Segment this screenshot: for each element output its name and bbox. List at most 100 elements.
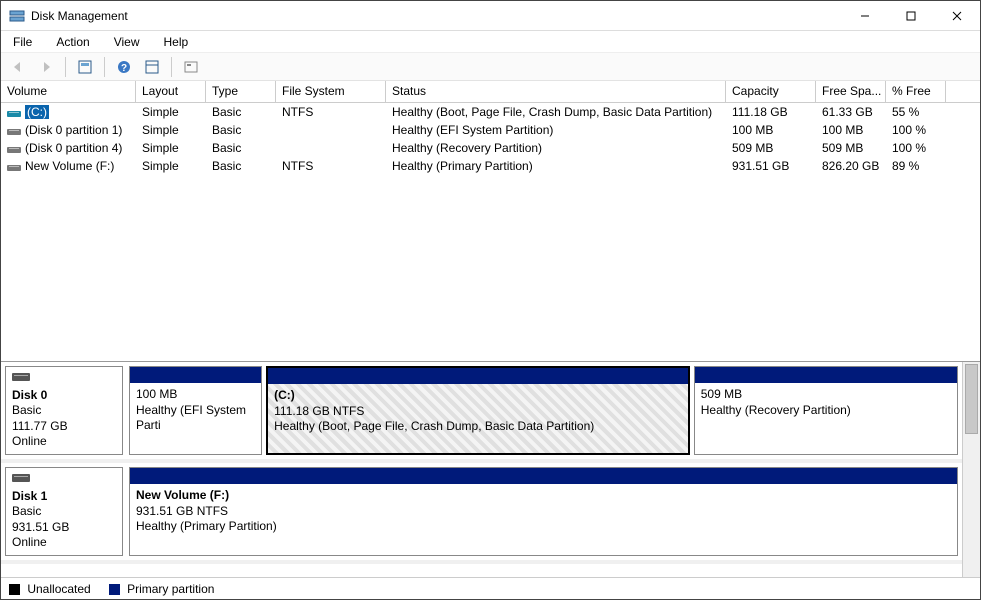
volume-free: 826.20 GB <box>816 159 886 173</box>
volume-status: Healthy (Recovery Partition) <box>386 141 726 155</box>
title-bar: Disk Management <box>1 1 980 31</box>
partition-status: Healthy (Boot, Page File, Crash Dump, Ba… <box>274 419 594 433</box>
volume-fs: NTFS <box>276 159 386 173</box>
volume-status: Healthy (Primary Partition) <box>386 159 726 173</box>
menu-action[interactable]: Action <box>52 33 93 51</box>
partition-size: 111.18 GB NTFS <box>274 404 364 418</box>
partition-status: Healthy (Primary Partition) <box>136 519 277 533</box>
volume-name: (Disk 0 partition 1) <box>25 123 122 137</box>
col-status[interactable]: Status <box>386 81 726 102</box>
disk-state: Online <box>12 535 47 549</box>
partition-size: 509 MB <box>701 387 742 401</box>
partition[interactable]: 509 MB Healthy (Recovery Partition) <box>694 366 958 455</box>
window-title: Disk Management <box>31 9 128 23</box>
settings-button[interactable] <box>141 56 163 78</box>
partition[interactable]: New Volume (F:) 931.51 GB NTFSHealthy (Pr… <box>129 467 958 556</box>
maximize-button[interactable] <box>888 1 934 31</box>
forward-button[interactable] <box>35 56 57 78</box>
volume-layout: Simple <box>136 105 206 119</box>
disk-size: 931.51 GB <box>12 520 69 534</box>
partition-title: New Volume (F:) <box>136 488 229 502</box>
partition-stripe <box>130 468 957 484</box>
partition[interactable]: (C:) 111.18 GB NTFSHealthy (Boot, Page Fi… <box>266 366 690 455</box>
volume-status: Healthy (Boot, Page File, Crash Dump, Ba… <box>386 105 726 119</box>
col-type[interactable]: Type <box>206 81 276 102</box>
app-icon <box>9 8 25 24</box>
partition-title: (C:) <box>274 388 295 402</box>
disk-view: Disk 0Basic111.77 GBOnline 100 MB Healthy … <box>1 362 980 577</box>
partition-status: Healthy (Recovery Partition) <box>701 403 851 417</box>
disk-row: Disk 0Basic111.77 GBOnline 100 MB Healthy … <box>1 362 962 463</box>
volume-status: Healthy (EFI System Partition) <box>386 123 726 137</box>
volume-name: New Volume (F:) <box>25 159 114 173</box>
volume-pct: 100 % <box>886 123 946 137</box>
volume-name: (C:) <box>25 105 49 119</box>
volume-pct: 55 % <box>886 105 946 119</box>
volume-type: Basic <box>206 159 276 173</box>
legend-unallocated: Unallocated <box>9 582 91 596</box>
drive-icon <box>7 108 21 118</box>
volume-pct: 100 % <box>886 141 946 155</box>
scrollbar-thumb[interactable] <box>965 364 978 434</box>
volume-pct: 89 % <box>886 159 946 173</box>
volume-columns: Volume Layout Type File System Status Ca… <box>1 81 980 103</box>
menu-file[interactable]: File <box>9 33 36 51</box>
volume-type: Basic <box>206 141 276 155</box>
volume-row[interactable]: (C:) SimpleBasicNTFSHealthy (Boot, Page F… <box>1 103 980 121</box>
properties-button[interactable] <box>180 56 202 78</box>
disk-state: Online <box>12 434 47 448</box>
partition-size: 931.51 GB NTFS <box>136 504 228 518</box>
refresh-button[interactable] <box>74 56 96 78</box>
volume-free: 61.33 GB <box>816 105 886 119</box>
volume-free: 509 MB <box>816 141 886 155</box>
disk-name: Disk 0 <box>12 388 47 402</box>
volume-capacity: 100 MB <box>726 123 816 137</box>
drive-icon <box>7 162 21 172</box>
volume-capacity: 509 MB <box>726 141 816 155</box>
partition-stripe <box>695 367 957 383</box>
partition[interactable]: 100 MB Healthy (EFI System Parti <box>129 366 262 455</box>
volume-row[interactable]: (Disk 0 partition 1) SimpleBasic Healthy (… <box>1 121 980 139</box>
disk-label[interactable]: Disk 1Basic 931.51 GBOnline <box>5 467 123 556</box>
col-capacity[interactable]: Capacity <box>726 81 816 102</box>
volume-row[interactable]: (Disk 0 partition 4)SimpleBasicHealthy (… <box>1 139 980 157</box>
help-button[interactable]: ? <box>113 56 135 78</box>
col-layout[interactable]: Layout <box>136 81 206 102</box>
close-button[interactable] <box>934 1 980 31</box>
volume-capacity: 111.18 GB <box>726 105 816 119</box>
col-free[interactable]: Free Spa... <box>816 81 886 102</box>
col-pct[interactable]: % Free <box>886 81 946 102</box>
disk-icon <box>12 472 30 486</box>
disk-row: Disk 1Basic 931.51 GBOnline New Volume (F:… <box>1 463 962 564</box>
menu-bar: File Action View Help <box>1 31 980 53</box>
primary-swatch <box>109 584 120 595</box>
svg-text:?: ? <box>121 63 127 74</box>
volume-capacity: 931.51 GB <box>726 159 816 173</box>
back-button[interactable] <box>7 56 29 78</box>
drive-icon <box>7 144 21 154</box>
minimize-button[interactable] <box>842 1 888 31</box>
col-fs[interactable]: File System <box>276 81 386 102</box>
volume-type: Basic <box>206 105 276 119</box>
menu-view[interactable]: View <box>110 33 144 51</box>
legend: Unallocated Primary partition <box>1 577 980 599</box>
disk-name: Disk 1 <box>12 489 47 503</box>
disk-label[interactable]: Disk 0Basic111.77 GBOnline <box>5 366 123 455</box>
col-volume[interactable]: Volume <box>1 81 136 102</box>
volume-free: 100 MB <box>816 123 886 137</box>
volume-layout: Simple <box>136 159 206 173</box>
volume-type: Basic <box>206 123 276 137</box>
volume-layout: Simple <box>136 141 206 155</box>
drive-icon <box>7 126 21 136</box>
partition-stripe <box>130 367 261 383</box>
unallocated-swatch <box>9 584 20 595</box>
volume-layout: Simple <box>136 123 206 137</box>
scrollbar[interactable] <box>962 362 980 577</box>
partition-size: 100 MB <box>136 387 177 401</box>
volume-row[interactable]: New Volume (F:) SimpleBasicNTFSHealthy (P… <box>1 157 980 175</box>
disk-type: Basic <box>12 504 41 518</box>
volume-fs: NTFS <box>276 105 386 119</box>
partition-status: Healthy (EFI System Parti <box>136 403 246 433</box>
menu-help[interactable]: Help <box>160 33 193 51</box>
disk-icon <box>12 371 30 385</box>
